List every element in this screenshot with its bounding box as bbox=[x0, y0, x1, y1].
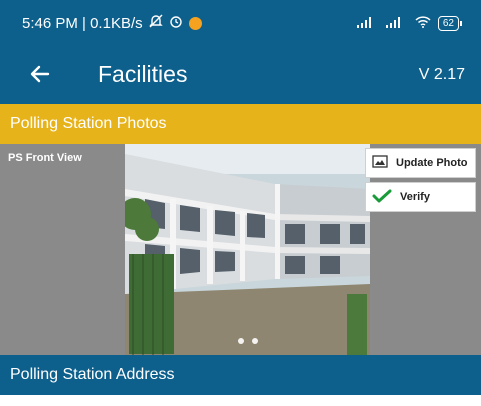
address-section-header[interactable]: Polling Station Address bbox=[0, 355, 481, 395]
verify-button[interactable]: Verify bbox=[365, 182, 476, 212]
carousel-indicator bbox=[238, 338, 258, 344]
status-left: 5:46 PM | 0.1KB/s bbox=[22, 14, 202, 32]
update-photo-label: Update Photo bbox=[396, 157, 468, 169]
version-label: V 2.17 bbox=[418, 66, 465, 83]
signal-icon bbox=[356, 16, 379, 31]
mute-icon bbox=[148, 14, 163, 32]
verify-label: Verify bbox=[400, 191, 430, 203]
back-arrow-icon[interactable] bbox=[28, 62, 52, 86]
status-right: 62 bbox=[356, 15, 463, 31]
photos-section-header: Polling Station Photos bbox=[0, 104, 481, 144]
polling-station-photo[interactable] bbox=[125, 144, 370, 355]
wifi-icon bbox=[415, 15, 431, 31]
photo-viewer[interactable]: PS Front View Update Photo Verify bbox=[0, 144, 481, 355]
status-time-speed: 5:46 PM | 0.1KB/s bbox=[22, 14, 143, 32]
alarm-icon bbox=[169, 14, 183, 32]
app-bar: Facilities V 2.17 bbox=[0, 46, 481, 104]
image-icon bbox=[372, 155, 388, 171]
page-title: Facilities bbox=[98, 61, 188, 87]
carousel-dot[interactable] bbox=[252, 338, 258, 344]
check-icon bbox=[372, 189, 392, 206]
battery-icon: 62 bbox=[437, 15, 463, 31]
update-photo-button[interactable]: Update Photo bbox=[365, 148, 476, 178]
carousel-dot[interactable] bbox=[238, 338, 244, 344]
app-notification-icon bbox=[188, 16, 202, 30]
signal-icon-2 bbox=[385, 16, 408, 31]
status-bar: 5:46 PM | 0.1KB/s 62 bbox=[0, 0, 481, 46]
photo-label: PS Front View bbox=[8, 152, 82, 164]
